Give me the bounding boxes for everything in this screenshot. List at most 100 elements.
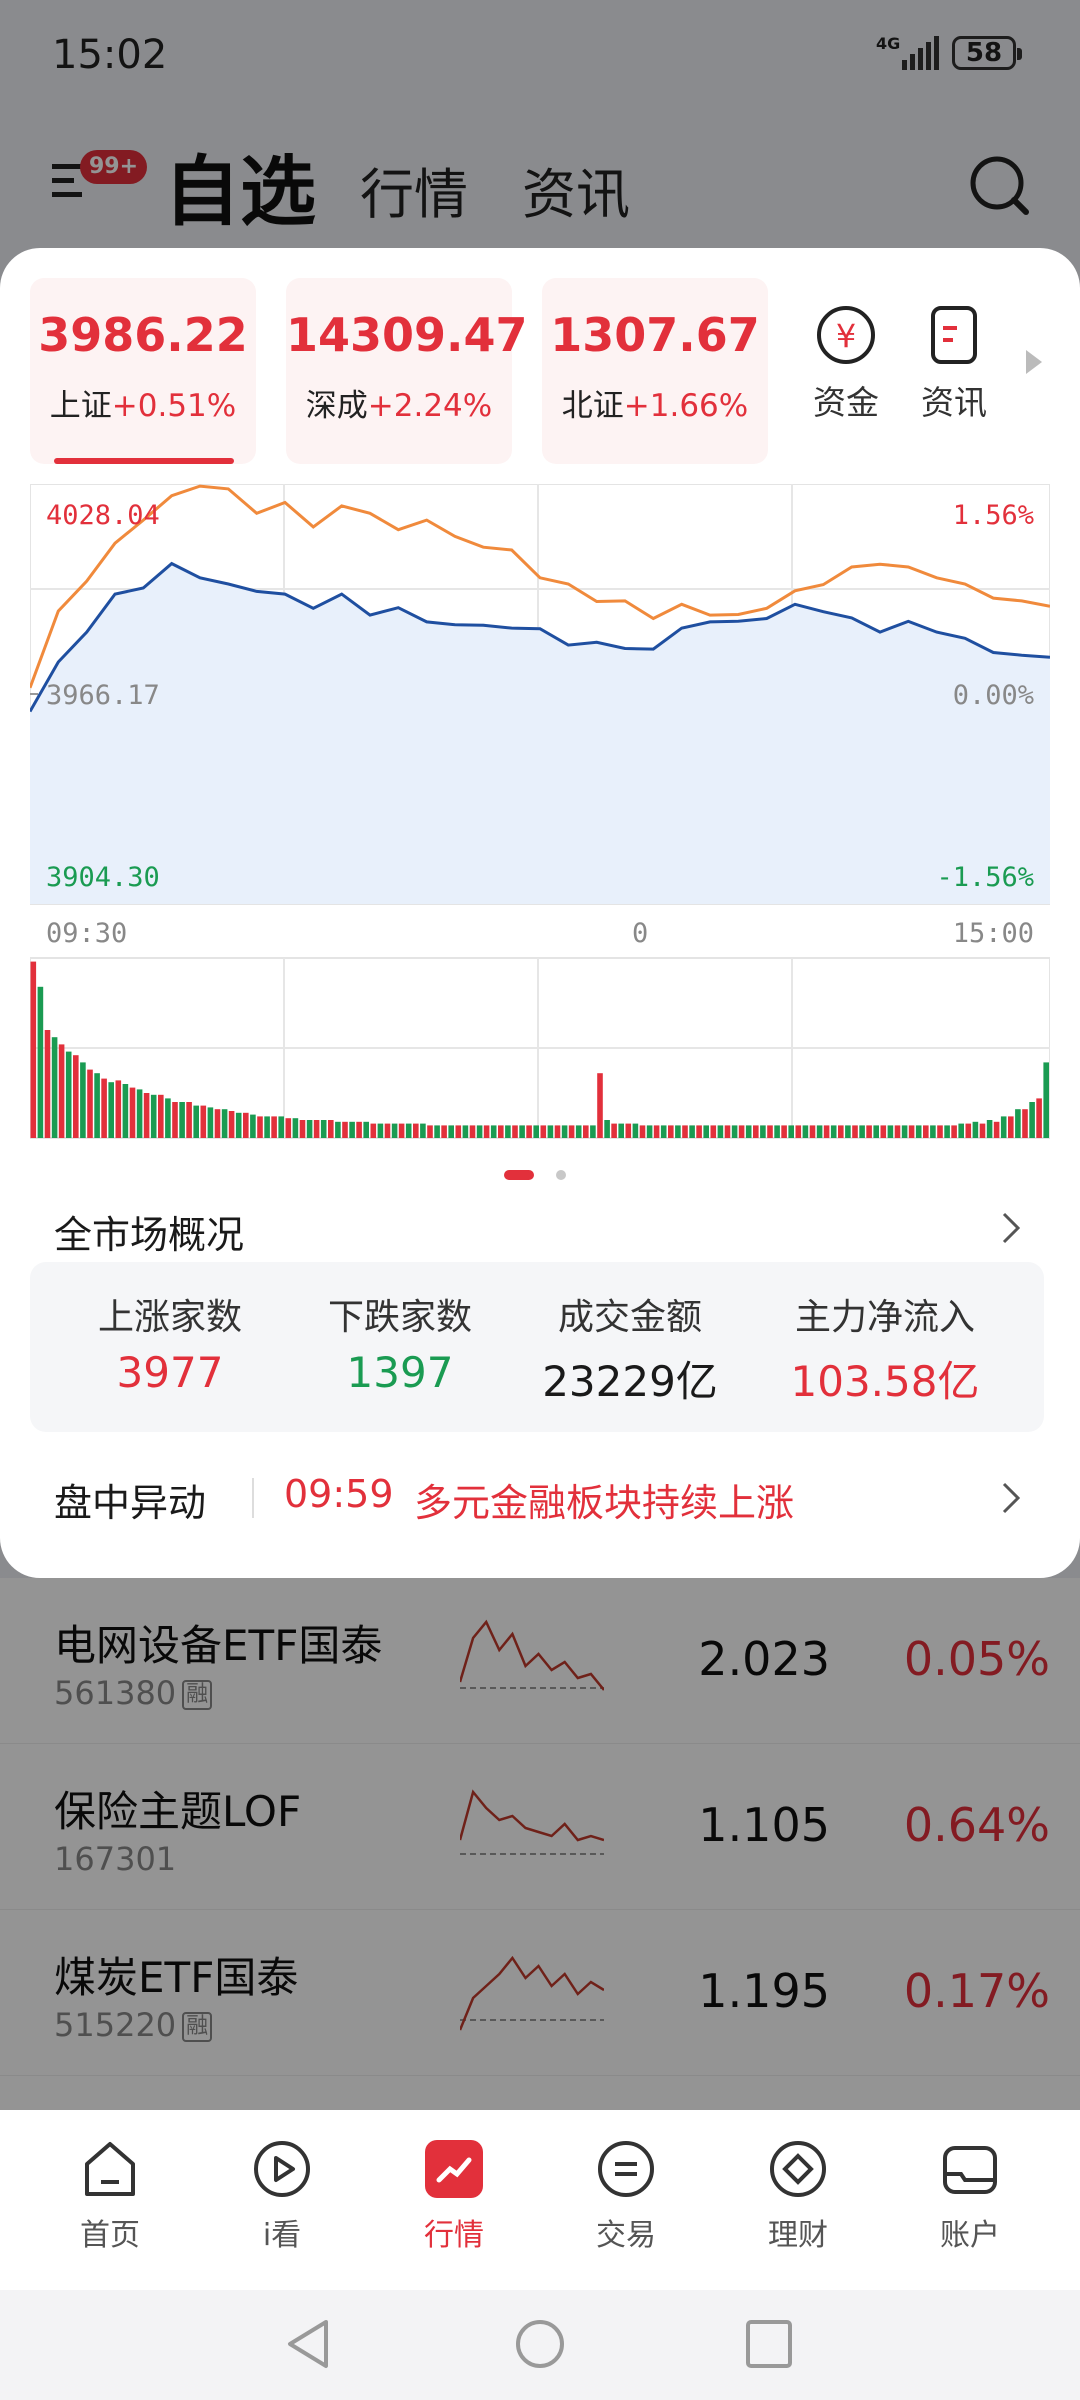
nav-account[interactable]: 账户	[880, 2138, 1060, 2254]
stat-value: 103.58亿	[790, 1357, 980, 1406]
tab-market[interactable]: 行情	[360, 150, 468, 229]
chevron-right-icon[interactable]	[1000, 1210, 1022, 1246]
triangle-right-icon[interactable]	[1024, 348, 1044, 376]
list-item[interactable]: 电网设备ETF国泰 561380 融 2.023 0.05%	[0, 1578, 1080, 1744]
volume-bar	[880, 1125, 887, 1138]
signal-icon	[902, 36, 939, 70]
volume-bar	[823, 1125, 830, 1138]
trade-icon	[598, 2141, 654, 2197]
volume-bar	[292, 1118, 299, 1138]
volume-bar	[58, 1044, 65, 1138]
volume-bar	[413, 1123, 419, 1138]
nav-trade[interactable]: 交易	[536, 2138, 716, 2254]
volume-bar	[441, 1125, 447, 1138]
nav-market[interactable]: 行情	[364, 2138, 544, 2254]
index-card-beijing[interactable]: 1307.67 北证+1.66%	[542, 278, 768, 464]
wealth-icon	[770, 2141, 826, 2197]
volume-bar	[894, 1125, 901, 1138]
volume-bar	[993, 1121, 1000, 1138]
margin-badge: 融	[182, 2012, 213, 2042]
nav-wealth[interactable]: 理财	[708, 2138, 888, 2254]
list-item[interactable]: 煤炭ETF国泰 515220 融 1.195 0.17%	[0, 1910, 1080, 2076]
volume-bar	[533, 1125, 539, 1138]
volume-bar	[753, 1125, 759, 1138]
news-link[interactable]: 资讯	[904, 304, 1004, 424]
volume-bar	[342, 1121, 348, 1138]
yuan-circle-icon: ¥	[817, 306, 875, 364]
volume-bar	[320, 1120, 327, 1138]
intraday-alert[interactable]: 盘中异动 09:59 多元金融板块持续上涨	[0, 1448, 1080, 1548]
volume-bar	[257, 1116, 263, 1138]
volume-bar	[979, 1123, 986, 1138]
volume-bar	[915, 1125, 922, 1138]
volume-bar	[214, 1109, 221, 1138]
security-change: 0.05%	[903, 1632, 1050, 1686]
stat-decliners: 下跌家数 1397	[290, 1288, 510, 1397]
volume-bar	[597, 1073, 603, 1138]
volume-bar	[660, 1125, 667, 1138]
top-header: 99+ 自选 行情 资讯	[0, 110, 1080, 250]
volume-bar	[852, 1125, 858, 1138]
volume-bar	[731, 1125, 738, 1138]
security-code: 515220	[54, 2006, 177, 2044]
home-button-icon[interactable]	[514, 2316, 566, 2372]
volume-bar	[908, 1125, 915, 1138]
news-label: 资讯	[921, 383, 987, 422]
intraday-chart[interactable]: 4028.04 3966.17 3904.30 1.56% 0.00% -1.5…	[30, 484, 1050, 1150]
index-value: 1307.67	[550, 308, 760, 362]
volume-bar	[519, 1125, 525, 1138]
volume-bar	[604, 1120, 610, 1138]
volume-bar	[455, 1125, 462, 1138]
back-icon[interactable]	[282, 2316, 332, 2372]
recents-icon[interactable]	[744, 2316, 796, 2372]
nav-label: 首页	[80, 2218, 140, 2253]
overview-title[interactable]: 全市场概况	[54, 1204, 244, 1259]
stat-advancers: 上涨家数 3977	[60, 1288, 280, 1397]
volume-bar	[972, 1121, 979, 1138]
volume-bar	[306, 1120, 313, 1138]
index-card-shenzhen[interactable]: 14309.47 深成+2.24%	[286, 278, 528, 464]
volume-bar	[278, 1116, 284, 1138]
svg-text:¥: ¥	[836, 317, 856, 355]
volume-bar	[590, 1125, 596, 1138]
volume-bar	[384, 1123, 391, 1138]
battery-icon: 58	[952, 36, 1022, 70]
security-code: 561380	[54, 1674, 177, 1712]
nav-home[interactable]: 首页	[20, 2138, 200, 2254]
volume-bar	[328, 1120, 334, 1138]
volume-bar	[951, 1125, 957, 1138]
sparkline	[460, 1955, 604, 2031]
alert-label: 盘中异动	[54, 1481, 207, 1525]
funds-link[interactable]: ¥ 资金	[796, 304, 896, 424]
volume-bar	[632, 1123, 639, 1138]
volume-bar	[866, 1125, 872, 1138]
volume-bar	[51, 1037, 58, 1138]
volume-bar	[37, 986, 44, 1138]
tab-watchlist[interactable]: 自选	[164, 130, 316, 240]
security-name: 电网设备ETF国泰	[54, 1621, 383, 1670]
y-left-mid-label: 3966.17	[46, 680, 160, 711]
search-icon[interactable]	[968, 154, 1032, 218]
volume-bar	[675, 1125, 681, 1138]
volume-bar	[838, 1125, 844, 1138]
index-card-shanghai[interactable]: 3986.22 上证+0.51%	[30, 278, 256, 464]
volume-bar	[937, 1125, 943, 1138]
funds-label: 资金	[813, 383, 879, 422]
list-item[interactable]: 保险主题LOF 167301 1.105 0.64%	[0, 1744, 1080, 1910]
tab-news[interactable]: 资讯	[522, 150, 630, 229]
market-overview-stats[interactable]: 上涨家数 3977 下跌家数 1397 成交金额 23229亿 主力净流入 10…	[30, 1262, 1044, 1432]
alert-text: 多元金融板块持续上涨	[414, 1481, 795, 1525]
volume-bar	[505, 1125, 511, 1138]
volume-bar	[526, 1125, 532, 1138]
volume-bar	[101, 1078, 107, 1138]
volume-bar	[363, 1121, 369, 1138]
chevron-right-icon[interactable]	[1000, 1480, 1022, 1516]
volume-bar	[80, 1062, 86, 1138]
volume-bar	[1008, 1116, 1014, 1138]
x-start-label: 09:30	[46, 918, 127, 949]
volume-bar	[788, 1125, 794, 1138]
security-name: 煤炭ETF国泰	[54, 1953, 299, 2002]
stat-value: 3977	[116, 1348, 224, 1397]
nav-watch[interactable]: i看	[192, 2138, 372, 2254]
stat-value: 1397	[346, 1348, 454, 1397]
